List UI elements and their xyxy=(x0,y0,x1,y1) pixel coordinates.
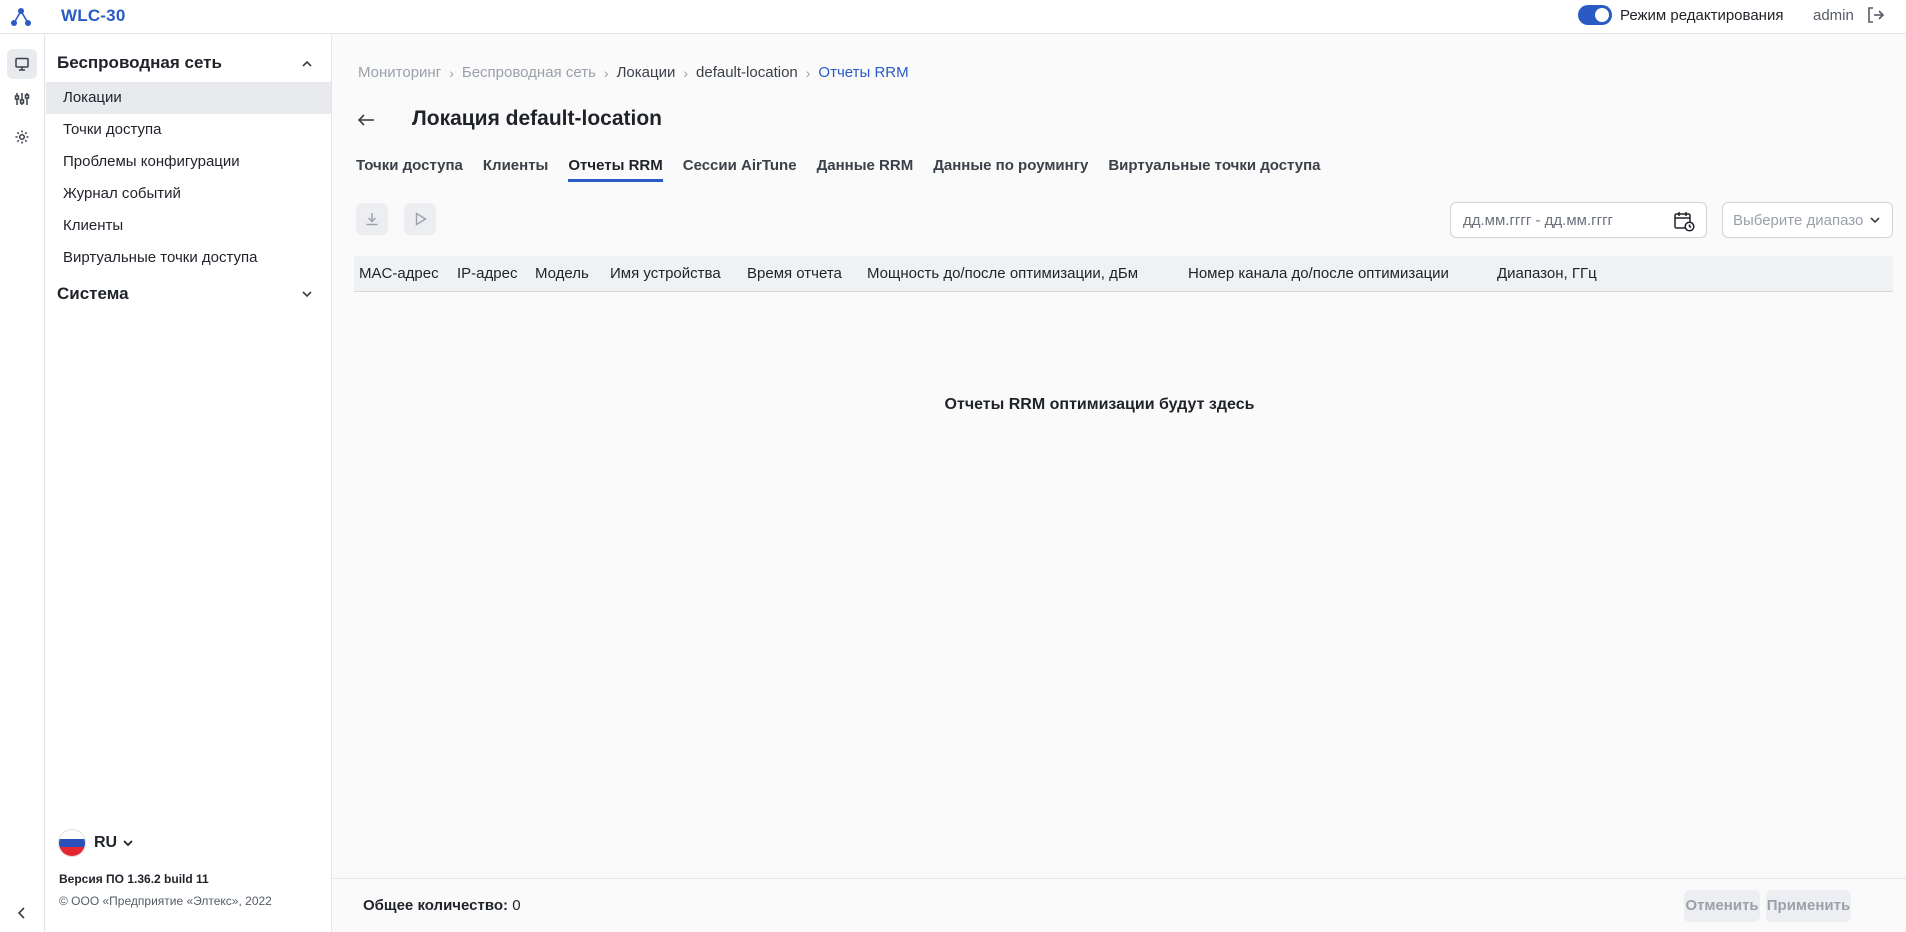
chevron-down-icon[interactable] xyxy=(299,286,315,302)
date-range-input[interactable]: дд.мм.гггг - дд.мм.гггг xyxy=(1450,202,1707,238)
column-header-report-time[interactable]: Время отчета xyxy=(747,265,842,282)
tab-rrm-reports[interactable]: Отчеты RRM xyxy=(568,157,663,182)
chevron-down-icon xyxy=(123,840,133,847)
tab-virtual-aps[interactable]: Виртуальные точки доступа xyxy=(1108,157,1320,182)
breadcrumb-item[interactable]: Локации xyxy=(617,64,676,81)
column-header-mac[interactable]: MAC-адрес xyxy=(359,265,439,282)
tab-rrm-data[interactable]: Данные RRM xyxy=(817,157,914,182)
tab-bar: Точки доступа Клиенты Отчеты RRM Сессии … xyxy=(356,157,1341,182)
calendar-clock-icon[interactable] xyxy=(1672,209,1696,233)
user-name: admin xyxy=(1813,7,1854,24)
sidebar: Беспроводная сеть Локации Точки доступа … xyxy=(46,35,332,932)
back-arrow-icon[interactable] xyxy=(355,109,377,131)
sidebar-item-locations[interactable]: Локации xyxy=(46,82,331,114)
date-range-placeholder: дд.мм.гггг - дд.мм.гггг xyxy=(1463,212,1614,229)
breadcrumb-current: Отчеты RRM xyxy=(818,64,909,81)
sidebar-item-clients[interactable]: Клиенты xyxy=(46,210,331,242)
footer-bar: Общее количество: 0 Отменить Применить xyxy=(333,878,1906,932)
language-label: RU xyxy=(94,834,118,851)
column-header-ip[interactable]: IP-адрес xyxy=(457,265,517,282)
sidebar-item-config-problems[interactable]: Проблемы конфигурации xyxy=(46,146,331,178)
app-title[interactable]: WLC-30 xyxy=(61,6,125,26)
logo-icon xyxy=(11,8,31,26)
table-header: MAC-адрес IP-адрес Модель Имя устройства… xyxy=(354,256,1893,292)
column-header-device-name[interactable]: Имя устройства xyxy=(610,265,721,282)
band-range-select[interactable]: Выберите диапазон xyxy=(1722,202,1893,238)
breadcrumb: Мониторинг › Беспроводная сеть › Локации… xyxy=(358,64,909,81)
download-icon xyxy=(366,213,378,226)
nav-section-wireless[interactable]: Беспроводная сеть xyxy=(57,53,222,73)
tab-clients[interactable]: Клиенты xyxy=(483,157,548,182)
monitoring-icon[interactable] xyxy=(7,49,37,79)
play-icon xyxy=(415,212,427,226)
sidebar-item-virtual-aps[interactable]: Виртуальные точки доступа xyxy=(46,242,331,274)
sidebar-item-event-log[interactable]: Журнал событий xyxy=(46,178,331,210)
cancel-button[interactable]: Отменить xyxy=(1684,890,1760,922)
firmware-version: Версия ПО 1.36.2 build 11 xyxy=(59,872,209,886)
collapse-sidebar-icon[interactable] xyxy=(12,903,32,923)
column-header-band[interactable]: Диапазон, ГГц xyxy=(1497,265,1597,282)
flag-icon xyxy=(58,829,86,857)
tab-airtune-sessions[interactable]: Сессии AirTune xyxy=(683,157,797,182)
icon-rail xyxy=(0,35,45,932)
copyright: © ООО «Предприятие «Элтекс», 2022 xyxy=(59,894,272,908)
total-count: Общее количество: 0 xyxy=(363,897,521,914)
equalizer-icon[interactable] xyxy=(7,84,37,114)
empty-table-message: Отчеты RRM оптимизации будут здесь xyxy=(944,396,1255,413)
page-title: Локация default-location xyxy=(412,107,662,130)
column-header-power[interactable]: Мощность до/после оптимизации, дБм xyxy=(867,265,1138,282)
sidebar-item-access-points[interactable]: Точки доступа xyxy=(46,114,331,146)
run-button[interactable] xyxy=(404,203,436,235)
column-header-channel[interactable]: Номер канала до/после оптимизации xyxy=(1188,265,1449,282)
top-bar: WLC-30 Режим редактирования admin xyxy=(0,0,1906,34)
breadcrumb-item[interactable]: Беспроводная сеть xyxy=(462,64,596,81)
total-label: Общее количество: xyxy=(363,897,509,914)
breadcrumb-item[interactable]: default-location xyxy=(696,64,798,81)
chevron-up-icon[interactable] xyxy=(299,56,315,72)
band-range-placeholder: Выберите диапазон xyxy=(1733,212,1863,229)
chevron-down-icon xyxy=(1870,217,1880,224)
tab-roaming-data[interactable]: Данные по роумингу xyxy=(933,157,1088,182)
tab-access-points[interactable]: Точки доступа xyxy=(356,157,463,182)
logout-icon[interactable] xyxy=(1865,5,1885,25)
breadcrumb-item[interactable]: Мониторинг xyxy=(358,64,441,81)
main-content: Мониторинг › Беспроводная сеть › Локации… xyxy=(333,35,1906,932)
download-button[interactable] xyxy=(356,203,388,235)
nav-section-system[interactable]: Система xyxy=(57,284,129,304)
apply-button[interactable]: Применить xyxy=(1766,890,1851,922)
total-value: 0 xyxy=(512,897,521,914)
edit-mode-toggle[interactable] xyxy=(1578,5,1612,25)
edit-mode-label: Режим редактирования xyxy=(1620,7,1784,24)
gear-icon[interactable] xyxy=(7,122,37,152)
column-header-model[interactable]: Модель xyxy=(535,265,589,282)
language-selector[interactable]: RU xyxy=(58,829,135,857)
